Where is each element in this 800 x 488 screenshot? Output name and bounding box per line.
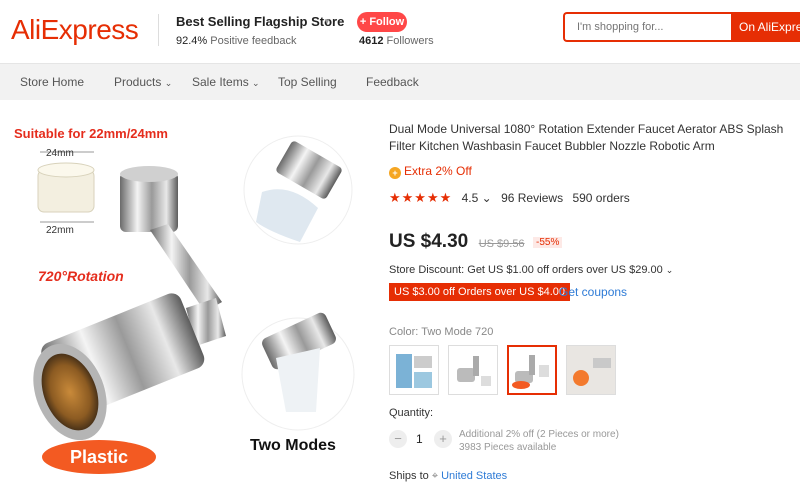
search-button[interactable]: On AliExpress <box>731 12 800 42</box>
feedback-percent: 92.4% <box>176 35 208 47</box>
chevron-down-icon: ⌄ <box>164 78 173 88</box>
extra-discount[interactable]: + Extra 2% Off <box>389 164 472 179</box>
color-label-text: Color: <box>389 326 419 338</box>
ships-to-label: Ships to <box>389 470 429 482</box>
nav-feedback[interactable]: Feedback <box>366 75 419 89</box>
stock-available: 3983 Pieces available <box>459 442 557 453</box>
color-option-3-selected[interactable] <box>507 345 557 395</box>
store-nav: Store Home Products ⌄ Sale Items ⌄ Top S… <box>0 63 800 100</box>
dimension-top-label: 24mm <box>46 148 74 159</box>
store-followers: 4612 Followers <box>359 35 434 47</box>
feedback-label: Positive feedback <box>210 35 297 47</box>
coupon-badge: US $3.00 off Orders over US $4.00 <box>389 283 570 301</box>
color-label: Color: Two Mode 720 <box>389 326 493 338</box>
location-pin-icon: ⌖ <box>431 470 439 482</box>
faucet-image <box>33 135 355 441</box>
product-title: Dual Mode Universal 1080° Rotation Exten… <box>389 122 784 153</box>
rating-row: ★★★★★ 4.5 ⌄ 96 Reviews 590 orders <box>389 190 630 206</box>
store-discount-text: Store Discount: Get US $1.00 off orders … <box>389 264 663 276</box>
nav-products[interactable]: Products ⌄ <box>114 75 172 89</box>
nav-sale-items-label: Sale Items <box>192 75 249 89</box>
quantity-bulk-discount: Additional 2% off (2 Pieces or more) <box>459 429 619 440</box>
dimension-bottom-label: 22mm <box>46 225 74 236</box>
ships-to-country[interactable]: United States <box>441 470 507 482</box>
color-value: Two Mode 720 <box>421 326 494 338</box>
gallery-two-modes-text: Two Modes <box>250 437 336 454</box>
original-price: US $9.56 <box>478 238 525 250</box>
quantity-input[interactable]: 1 <box>416 432 423 446</box>
rating-stars-icon[interactable]: ★★★★★ <box>389 190 452 205</box>
color-option-2[interactable] <box>448 345 498 395</box>
nav-top-selling[interactable]: Top Selling <box>278 75 337 89</box>
extra-discount-label: Extra 2% Off <box>404 164 472 178</box>
follow-button[interactable]: + Follow <box>357 12 407 32</box>
search-box <box>563 12 731 42</box>
store-feedback: 92.4% Positive feedback <box>176 35 296 47</box>
aliexpress-logo[interactable]: AliExpress <box>11 14 139 46</box>
price-row: US $4.30 US $9.56 -55% <box>389 231 563 253</box>
caret-down-icon[interactable]: ▼ <box>323 17 331 26</box>
store-header: AliExpress Best Selling Flagship Store ▼… <box>0 0 800 60</box>
chevron-down-icon: ⌄ <box>665 265 674 275</box>
get-coupons-link[interactable]: Get coupons <box>559 285 627 299</box>
plastic-badge-label: Plastic <box>69 447 129 467</box>
color-option-image <box>512 355 549 389</box>
ships-to: Ships to ⌖ United States <box>389 470 507 483</box>
color-option-image <box>567 346 615 394</box>
followers-count: 4612 <box>359 35 384 47</box>
chevron-down-icon: ⌄ <box>252 78 260 88</box>
discount-badge: -55% <box>533 237 563 248</box>
quantity-decrease-button[interactable]: − <box>389 430 407 448</box>
plus-coin-icon: + <box>389 167 401 179</box>
gallery-suitable-text: Suitable for 22mm/24mm <box>14 126 168 141</box>
gallery-rotation-text: 720°Rotation <box>38 268 124 284</box>
nav-products-label: Products <box>114 75 162 89</box>
color-option-4[interactable] <box>566 345 616 395</box>
store-name[interactable]: Best Selling Flagship Store <box>176 14 344 29</box>
chevron-down-icon[interactable]: ⌄ <box>482 191 492 205</box>
color-option-image <box>396 354 432 388</box>
color-option-image <box>457 356 491 386</box>
quantity-label: Quantity: <box>389 407 434 419</box>
nav-store-home[interactable]: Store Home <box>20 75 84 89</box>
orders-count: 590 orders <box>572 191 630 205</box>
followers-label: Followers <box>386 35 434 47</box>
rating-value: 4.5 <box>461 191 479 205</box>
color-option-1[interactable] <box>389 345 439 395</box>
current-price: US $4.30 <box>389 231 469 252</box>
product-gallery[interactable]: Suitable for 22mm/24mm 24mm 22mm 720°Rot… <box>0 112 380 488</box>
quantity-note: Additional 2% off (2 Pieces or more) 398… <box>459 428 619 454</box>
store-discount[interactable]: Store Discount: Get US $1.00 off orders … <box>389 264 673 276</box>
quantity-increase-button[interactable]: + <box>434 430 452 448</box>
search-input[interactable] <box>565 14 731 40</box>
reviews-link[interactable]: 96 Reviews <box>501 191 563 205</box>
header-divider <box>158 14 159 46</box>
nav-sale-items[interactable]: Sale Items ⌄ <box>192 75 260 89</box>
